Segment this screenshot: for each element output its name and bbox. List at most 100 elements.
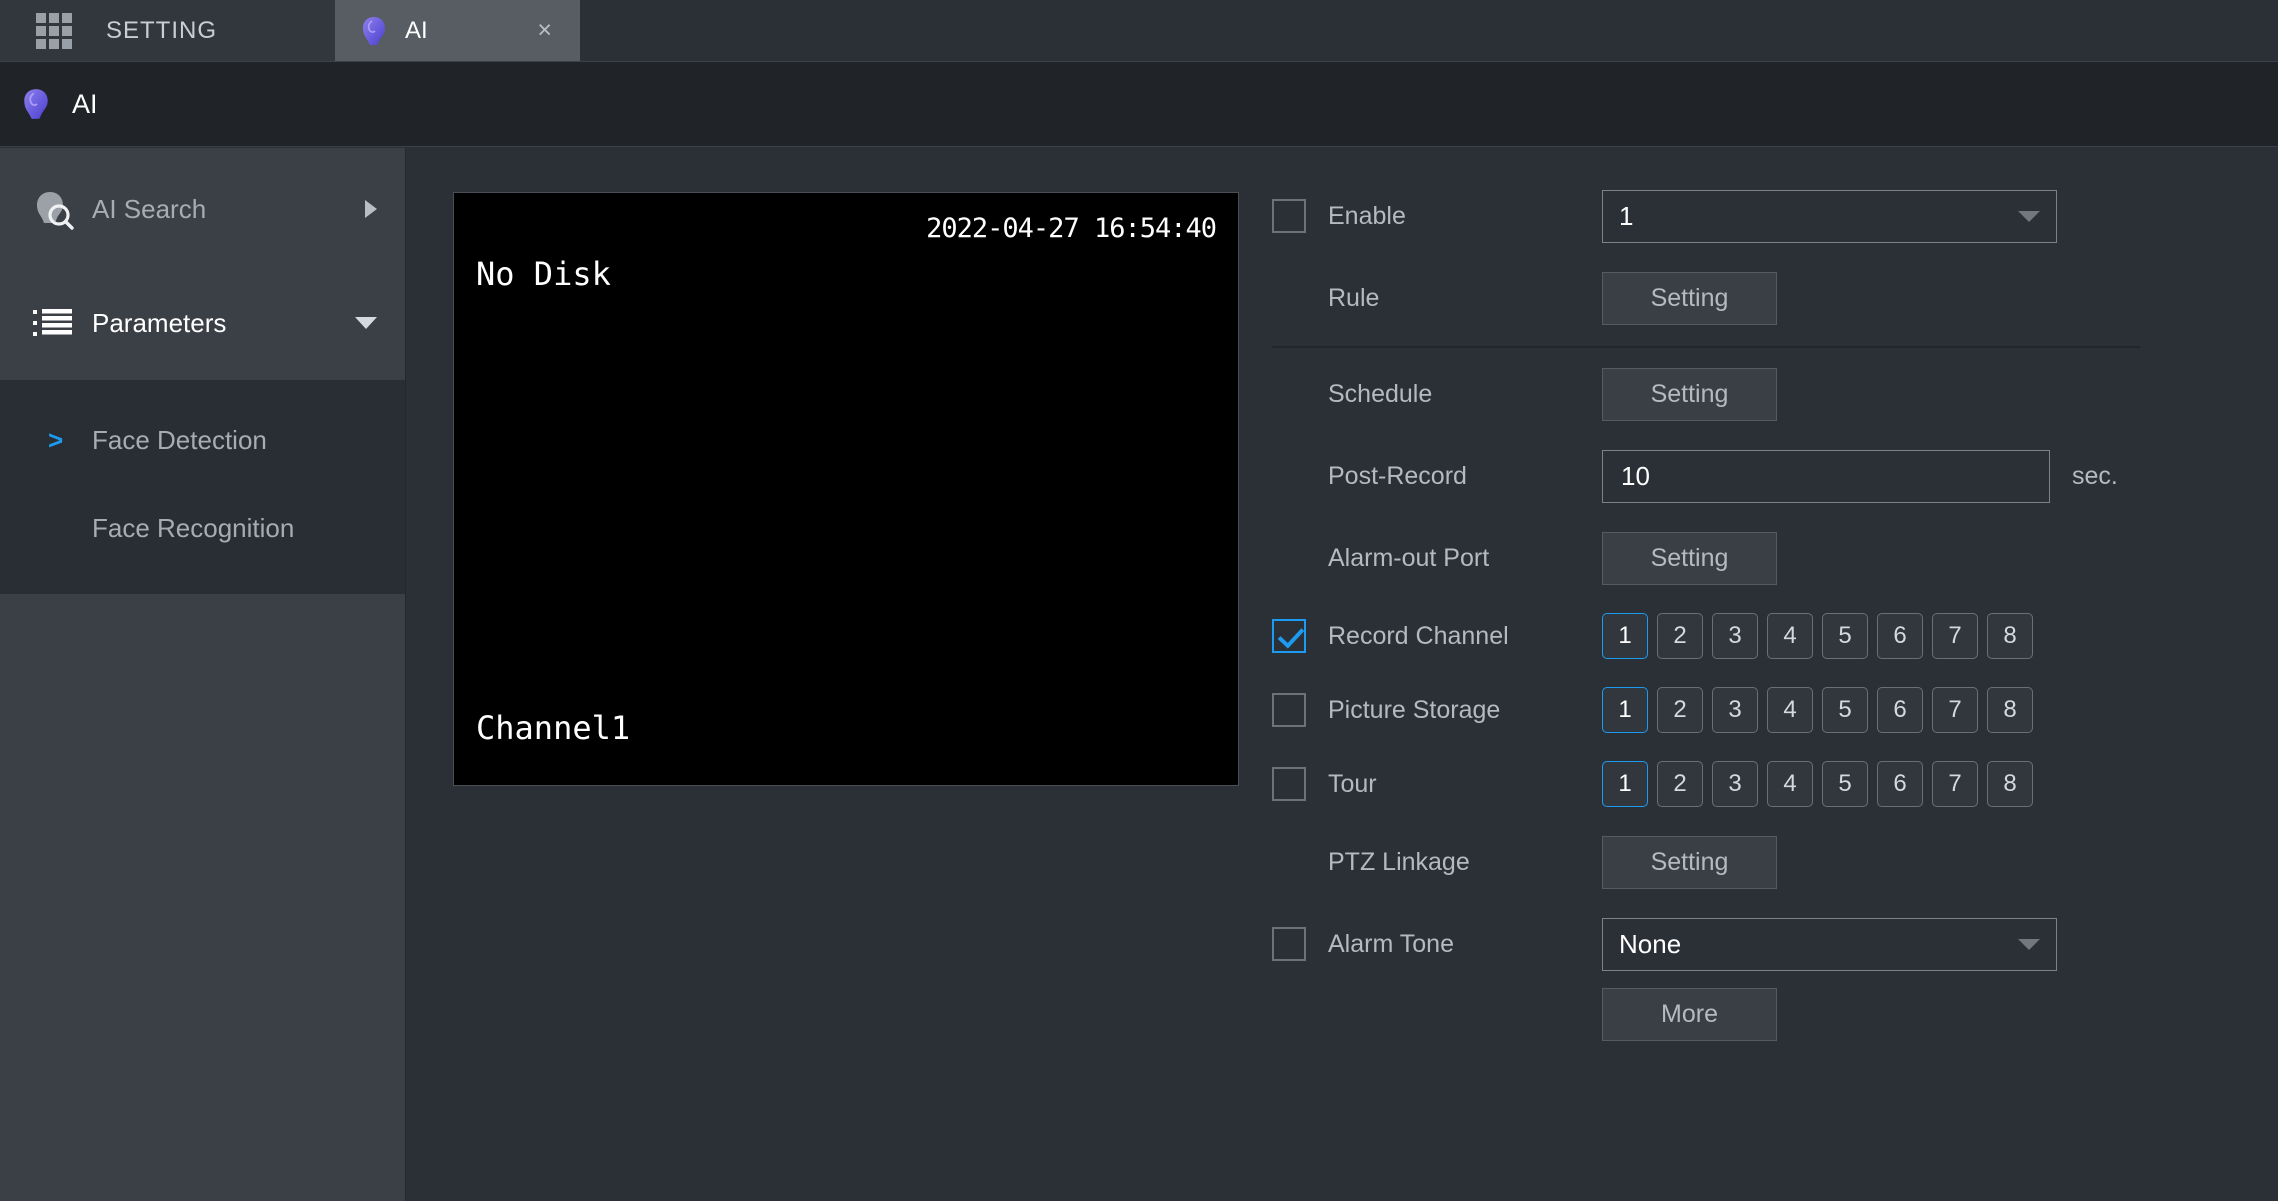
post-record-unit: sec. [2072,461,2118,490]
alarm-out-label-group: Alarm-out Port [1272,544,1602,573]
tab-setting-label: SETTING [106,16,218,44]
alarm-tone-checkbox[interactable] [1272,927,1306,961]
channel-button[interactable]: 1 [1602,761,1648,807]
row-alarm-out-port: Alarm-out Port Setting [1272,530,2232,586]
sidebar-item-face-recognition[interactable]: Face Recognition [0,484,405,572]
channel-button[interactable]: 3 [1712,687,1758,733]
channel-button[interactable]: 1 [1602,687,1648,733]
ptz-linkage-setting-button[interactable]: Setting [1602,835,1777,889]
channel-button[interactable]: 3 [1712,613,1758,659]
record-channel-control: 1 2 3 4 5 6 7 8 [1602,613,2232,659]
channel-button[interactable]: 2 [1657,613,1703,659]
sidebar-item-ai-search[interactable]: AI Search [0,152,405,266]
settings-form: Enable 1 Rule Setting Schedule Setting P… [1272,188,2232,1042]
ptz-linkage-control: Setting [1602,835,2232,889]
page-title: AI [72,88,98,119]
ptz-linkage-label: PTZ Linkage [1328,847,1470,876]
tour-label: Tour [1328,769,1377,798]
enable-label: Enable [1328,201,1406,230]
sidebar: AI Search Parameters > Face Detection Fa… [0,148,406,1201]
channel-button[interactable]: 6 [1877,761,1923,807]
chevron-right-icon [365,200,377,218]
video-preview[interactable]: 2022-04-27 16:54:40 No Disk Channel1 [453,192,1239,786]
channel-button[interactable]: 2 [1657,687,1703,733]
picture-storage-checkbox[interactable] [1272,693,1306,727]
channel-button[interactable]: 7 [1932,613,1978,659]
alarm-tone-control: None [1602,917,2232,971]
channel-button[interactable]: 6 [1877,687,1923,733]
rule-label-group: Rule [1272,284,1602,313]
row-schedule: Schedule Setting [1272,366,2232,422]
enable-label-group: Enable [1272,199,1602,233]
row-enable: Enable 1 [1272,188,2232,244]
video-status-text: No Disk [476,255,611,293]
alarm-tone-select[interactable]: None [1602,917,2057,971]
picture-storage-label: Picture Storage [1328,695,1501,724]
channel-button[interactable]: 2 [1657,761,1703,807]
row-ptz-linkage: PTZ Linkage Setting [1272,834,2232,890]
post-record-input[interactable]: 10 [1602,449,2050,503]
picture-storage-label-group: Picture Storage [1272,693,1602,727]
section-divider [1272,346,2140,348]
chevron-down-icon [2018,210,2040,222]
ai-head-icon [361,16,387,46]
alarm-tone-value: None [1619,928,1682,959]
enable-checkbox[interactable] [1272,199,1306,233]
channel-select-value: 1 [1619,200,1634,231]
channel-button[interactable]: 8 [1987,761,2033,807]
chevron-placeholder-icon [48,513,74,544]
tour-label-group: Tour [1272,767,1602,801]
channel-button[interactable]: 7 [1932,687,1978,733]
ai-search-icon [30,186,76,232]
close-icon[interactable]: × [531,18,558,43]
channel-button[interactable]: 7 [1932,761,1978,807]
channel-button[interactable]: 5 [1822,761,1868,807]
sidebar-item-label: Parameters [92,307,227,338]
record-channel-label-group: Record Channel [1272,619,1602,653]
chevron-down-icon [2018,938,2040,950]
channel-button[interactable]: 1 [1602,613,1648,659]
main-content: 2022-04-27 16:54:40 No Disk Channel1 Ena… [407,148,2278,1201]
channel-select-wrap: 1 [1602,189,2232,243]
alarm-tone-label: Alarm Tone [1328,929,1454,958]
row-tour: Tour 1 2 3 4 5 6 7 8 [1272,756,2232,812]
sidebar-subitem-label: Face Recognition [92,512,295,543]
tab-ai[interactable]: AI × [335,0,580,61]
tab-ai-label: AI [405,16,428,44]
tab-setting[interactable]: SETTING [0,0,335,61]
schedule-setting-button[interactable]: Setting [1602,367,1777,421]
sidebar-menu: AI Search Parameters [0,148,405,380]
channel-button[interactable]: 5 [1822,613,1868,659]
channel-button[interactable]: 5 [1822,687,1868,733]
schedule-label-group: Schedule [1272,380,1602,409]
tab-bar: SETTING AI × [0,0,2278,61]
tab-bar-empty-area [580,0,2278,61]
channel-button[interactable]: 4 [1767,761,1813,807]
sidebar-item-face-detection[interactable]: > Face Detection [0,396,405,484]
rule-setting-button[interactable]: Setting [1602,271,1777,325]
more-button[interactable]: More [1602,987,1777,1041]
alarm-out-setting-button[interactable]: Setting [1602,531,1777,585]
rule-label: Rule [1328,283,1380,312]
row-post-record: Post-Record 10 sec. [1272,448,2232,504]
channel-select[interactable]: 1 [1602,189,2057,243]
channel-button[interactable]: 3 [1712,761,1758,807]
more-control: More [1602,987,2232,1041]
channel-button[interactable]: 4 [1767,687,1813,733]
video-timestamp: 2022-04-27 16:54:40 [926,213,1217,244]
channel-button[interactable]: 8 [1987,613,2033,659]
sidebar-item-label: AI Search [92,193,207,224]
record-channel-checkbox[interactable] [1272,619,1306,653]
sidebar-item-parameters[interactable]: Parameters [0,266,405,380]
ptz-linkage-label-group: PTZ Linkage [1272,848,1602,877]
tour-checkbox[interactable] [1272,767,1306,801]
row-record-channel: Record Channel 1 2 3 4 5 6 7 8 [1272,608,2232,664]
row-more: More [1272,986,2232,1042]
alarm-out-port-label: Alarm-out Port [1328,543,1490,572]
alarm-tone-label-group: Alarm Tone [1272,927,1602,961]
post-record-value: 10 [1621,460,1650,491]
tour-buttons: 1 2 3 4 5 6 7 8 [1602,761,2033,807]
channel-button[interactable]: 8 [1987,687,2033,733]
channel-button[interactable]: 4 [1767,613,1813,659]
channel-button[interactable]: 6 [1877,613,1923,659]
